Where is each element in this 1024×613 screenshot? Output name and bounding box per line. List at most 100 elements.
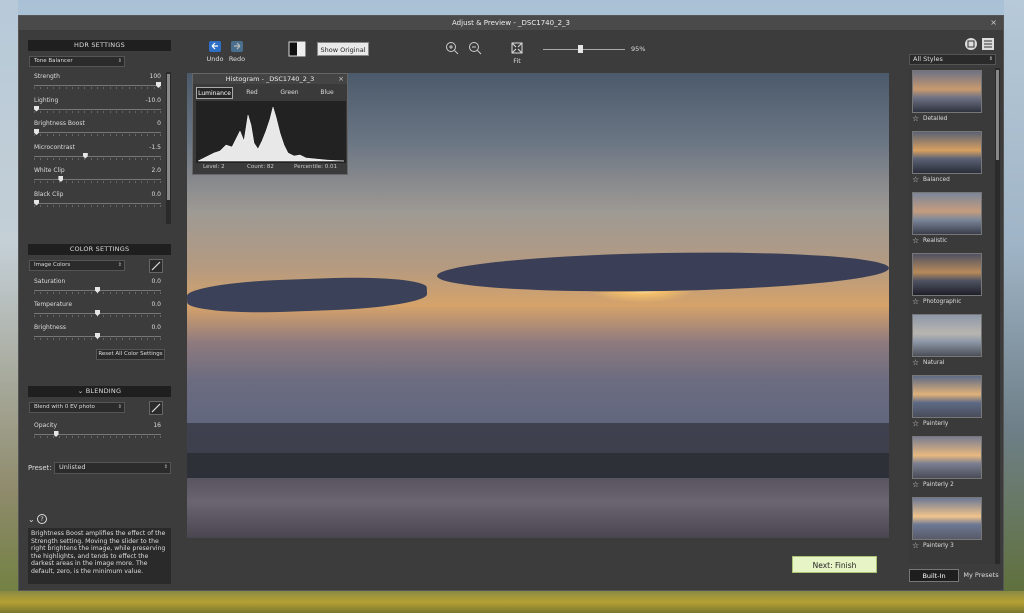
- style-preview-image[interactable]: [912, 375, 982, 418]
- slider-track[interactable]: [34, 132, 161, 133]
- style-thumbnail[interactable]: ☆ Painterly 2: [912, 436, 982, 492]
- reset-color-settings-button[interactable]: Reset All Color Settings: [96, 349, 165, 360]
- style-preview-image[interactable]: [912, 253, 982, 296]
- style-thumbnail[interactable]: ☆ Realistic: [912, 192, 982, 248]
- histogram-tab-green[interactable]: Green: [271, 87, 308, 99]
- slider-white-clip[interactable]: White Clip 2.0: [34, 167, 161, 189]
- tab-built-in[interactable]: Built-In: [909, 569, 959, 582]
- slider-temperature[interactable]: Temperature 0.0: [34, 301, 161, 323]
- style-preview-image[interactable]: [912, 497, 982, 540]
- zoom-slider-thumb[interactable]: [578, 45, 583, 53]
- slider-tick: [153, 315, 155, 317]
- slider-track[interactable]: [34, 179, 161, 180]
- style-thumbnail[interactable]: ☆ Painterly: [912, 375, 982, 431]
- slider-lighting[interactable]: Lighting -10.0: [34, 97, 161, 119]
- hdr-scrollbar-thumb[interactable]: [167, 74, 170, 200]
- slider-track[interactable]: [34, 155, 161, 157]
- slider-thumb[interactable]: [95, 333, 100, 339]
- star-icon[interactable]: ☆: [912, 420, 919, 428]
- fit-button[interactable]: Fit: [509, 41, 525, 65]
- style-thumbnail[interactable]: ☆ Natural: [912, 314, 982, 370]
- help-icon[interactable]: ?: [37, 514, 47, 524]
- tab-my-presets[interactable]: My Presets: [961, 569, 1001, 582]
- color-settings-header: COLOR SETTINGS: [28, 244, 171, 255]
- style-name: Natural: [923, 360, 945, 366]
- styles-filter-dropdown[interactable]: All Styles ⇕: [909, 54, 996, 65]
- slider-thumb[interactable]: [95, 287, 100, 293]
- style-preview-image[interactable]: [912, 192, 982, 235]
- color-dropdown[interactable]: Image Colors ⇕: [29, 260, 125, 271]
- hdr-scrollbar[interactable]: [166, 72, 171, 224]
- style-thumbnail[interactable]: ☆ Detailed: [912, 70, 982, 126]
- style-preview-image[interactable]: [912, 70, 982, 113]
- next-finish-button[interactable]: Next: Finish: [792, 556, 877, 573]
- tone-dropdown[interactable]: Tone Balancer ⇕: [29, 56, 125, 67]
- star-icon[interactable]: ☆: [912, 237, 919, 245]
- histogram-tab-blue[interactable]: Blue: [309, 87, 346, 99]
- slider-track[interactable]: [34, 108, 161, 110]
- slider-tick: [59, 134, 61, 136]
- histogram-tab-luminance[interactable]: Luminance: [196, 87, 233, 99]
- slider-tick: [52, 315, 54, 317]
- star-icon[interactable]: ☆: [912, 359, 919, 367]
- single-view-icon[interactable]: [965, 38, 977, 50]
- style-preview-image[interactable]: [912, 314, 982, 357]
- zoom-in-button[interactable]: [445, 41, 459, 57]
- redo-button[interactable]: Redo: [227, 40, 247, 63]
- slider-tick: [97, 204, 98, 207]
- preset-dropdown[interactable]: Unlisted ⇕: [54, 462, 171, 474]
- help-text: Brightness Boost amplifies the effect of…: [28, 528, 171, 584]
- window-close-button[interactable]: ×: [990, 16, 997, 30]
- slider-microcontrast[interactable]: Microcontrast -1.5: [34, 144, 161, 166]
- histogram-close-icon[interactable]: ×: [338, 74, 344, 84]
- slider-saturation[interactable]: Saturation 0.0: [34, 278, 161, 300]
- style-name: Realistic: [923, 238, 948, 244]
- slider-track[interactable]: [34, 85, 161, 86]
- slider-brightness-boost[interactable]: Brightness Boost 0: [34, 120, 161, 142]
- style-thumbnail[interactable]: ☆ Photographic: [912, 253, 982, 309]
- slider-tick: [65, 338, 67, 340]
- slider-tick: [115, 134, 117, 136]
- blending-header[interactable]: ⌄ BLENDING: [28, 386, 171, 397]
- slider-tick: [134, 204, 136, 207]
- style-thumbnail[interactable]: ☆ Balanced: [912, 131, 982, 187]
- styles-scrollbar-thumb[interactable]: [996, 70, 999, 160]
- style-preview-image[interactable]: [912, 131, 982, 174]
- zoom-out-button[interactable]: [468, 41, 482, 57]
- blend-dropdown[interactable]: Blend with 0 EV photo ⇕: [29, 402, 125, 413]
- style-thumbnail[interactable]: ☆ Painterly 3: [912, 497, 982, 553]
- show-original-button[interactable]: Show Original: [317, 42, 369, 56]
- star-icon[interactable]: ☆: [912, 542, 919, 550]
- undo-button[interactable]: Undo: [205, 40, 225, 63]
- styles-filter-value: All Styles: [913, 55, 943, 63]
- slider-tick: [84, 134, 86, 136]
- slider-thumb[interactable]: [53, 431, 59, 437]
- slider-track[interactable]: [34, 202, 161, 204]
- histogram-percentile: Percentile: 0.01: [294, 164, 337, 170]
- star-icon[interactable]: ☆: [912, 481, 919, 489]
- zoom-slider[interactable]: [543, 49, 625, 50]
- eyedropper-icon[interactable]: [149, 401, 163, 415]
- grid-view-icon[interactable]: [982, 38, 994, 50]
- slider-tick: [97, 134, 98, 136]
- slider-black-clip[interactable]: Black Clip 0.0: [34, 191, 161, 213]
- chevron-down-icon[interactable]: ⌄: [28, 515, 35, 524]
- slider-strength[interactable]: Strength 100: [34, 73, 161, 95]
- star-icon[interactable]: ☆: [912, 176, 919, 184]
- style-name: Detailed: [923, 116, 948, 122]
- histogram-tab-red[interactable]: Red: [234, 87, 271, 99]
- slider-thumb[interactable]: [95, 310, 100, 316]
- slider-tick: [84, 87, 86, 89]
- slider-tick: [52, 87, 54, 89]
- eyedropper-icon[interactable]: [149, 259, 163, 273]
- star-icon[interactable]: ☆: [912, 115, 919, 123]
- slider-opacity[interactable]: Opacity 16: [34, 422, 161, 444]
- styles-scrollbar[interactable]: [995, 68, 1000, 564]
- chevron-updown-icon: ⇕: [163, 464, 168, 470]
- compare-view-button[interactable]: [288, 41, 306, 59]
- slider-brightness[interactable]: Brightness 0.0: [34, 324, 161, 346]
- star-icon[interactable]: ☆: [912, 298, 919, 306]
- slider-tick: [84, 338, 86, 340]
- slider-track[interactable]: [34, 434, 161, 435]
- style-preview-image[interactable]: [912, 436, 982, 479]
